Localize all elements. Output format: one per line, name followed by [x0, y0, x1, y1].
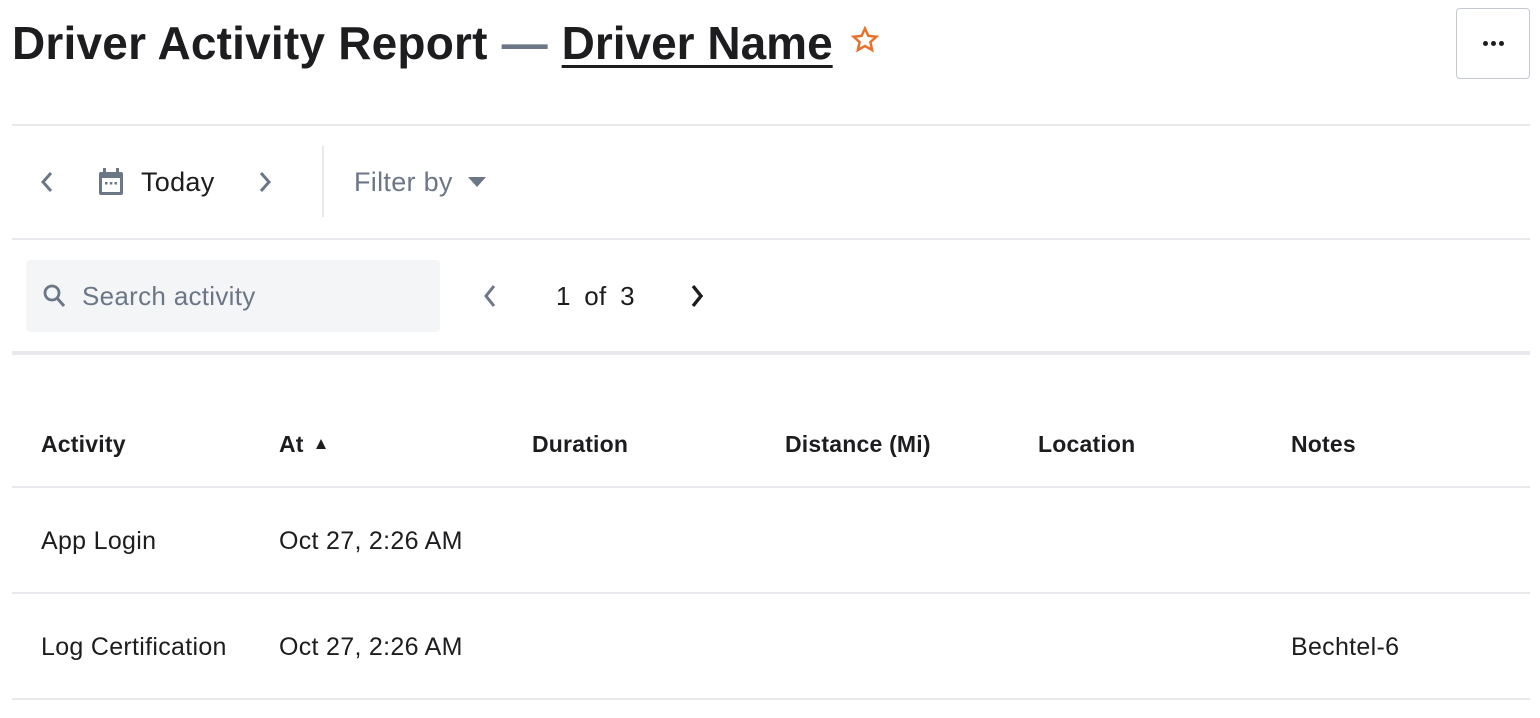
chevron-left-icon [40, 172, 53, 192]
previous-day-button[interactable] [30, 162, 64, 202]
page-indicator: 1 of 3 [556, 280, 635, 311]
driver-name-link[interactable]: Driver Name [562, 16, 833, 70]
star-outline-icon [850, 25, 879, 53]
driver-activity-report-page: Driver Activity Report — Driver Name Tod… [0, 0, 1540, 718]
calendar-icon [99, 168, 123, 195]
column-header-duration[interactable]: Duration [532, 400, 628, 488]
divider [12, 238, 1530, 240]
caret-down-icon [467, 177, 486, 187]
cell-notes: Bechtel-6 [1291, 632, 1400, 661]
favorite-button[interactable] [849, 24, 881, 56]
table-header-row: Activity At ▲ Duration Distance (Mi) Loc… [12, 400, 1530, 488]
sort-ascending-icon: ▲ [312, 434, 330, 453]
next-day-button[interactable] [248, 162, 282, 202]
next-page-button[interactable] [681, 274, 713, 318]
page-title: Driver Activity Report [12, 17, 488, 69]
table-row[interactable]: Log Certification Oct 27, 2:26 AM Bechte… [12, 594, 1530, 700]
date-navigation: Today [30, 156, 282, 208]
search-icon [43, 284, 66, 307]
pagination: 1 of 3 [474, 274, 713, 318]
cell-activity: Log Certification [41, 632, 227, 661]
search-box [26, 260, 440, 332]
date-picker-button[interactable]: Today [98, 167, 215, 198]
column-header-notes[interactable]: Notes [1291, 400, 1356, 488]
cell-at: Oct 27, 2:26 AM [279, 632, 463, 661]
divider [12, 351, 1530, 355]
more-horizontal-icon [1482, 41, 1504, 46]
divider [12, 124, 1530, 126]
chevron-left-icon [484, 285, 496, 307]
row-divider [12, 698, 1530, 700]
search-input[interactable] [82, 280, 402, 312]
column-header-activity[interactable]: Activity [41, 400, 126, 488]
chevron-right-icon [691, 284, 704, 308]
page-header: Driver Activity Report — Driver Name [12, 8, 881, 78]
column-header-location[interactable]: Location [1038, 400, 1135, 488]
toolbar-divider [322, 146, 324, 217]
column-header-distance[interactable]: Distance (Mi) [785, 400, 931, 488]
more-actions-button[interactable] [1456, 8, 1530, 79]
column-header-at[interactable]: At ▲ [279, 400, 330, 488]
filter-by-dropdown[interactable]: Filter by [354, 160, 487, 204]
chevron-right-icon [259, 172, 271, 192]
title-separator: — [501, 17, 548, 69]
date-label: Today [141, 166, 215, 197]
previous-page-button[interactable] [474, 274, 506, 318]
filter-label: Filter by [354, 166, 453, 197]
cell-at: Oct 27, 2:26 AM [279, 526, 463, 555]
cell-activity: App Login [41, 526, 157, 555]
table-row[interactable]: App Login Oct 27, 2:26 AM [12, 488, 1530, 594]
